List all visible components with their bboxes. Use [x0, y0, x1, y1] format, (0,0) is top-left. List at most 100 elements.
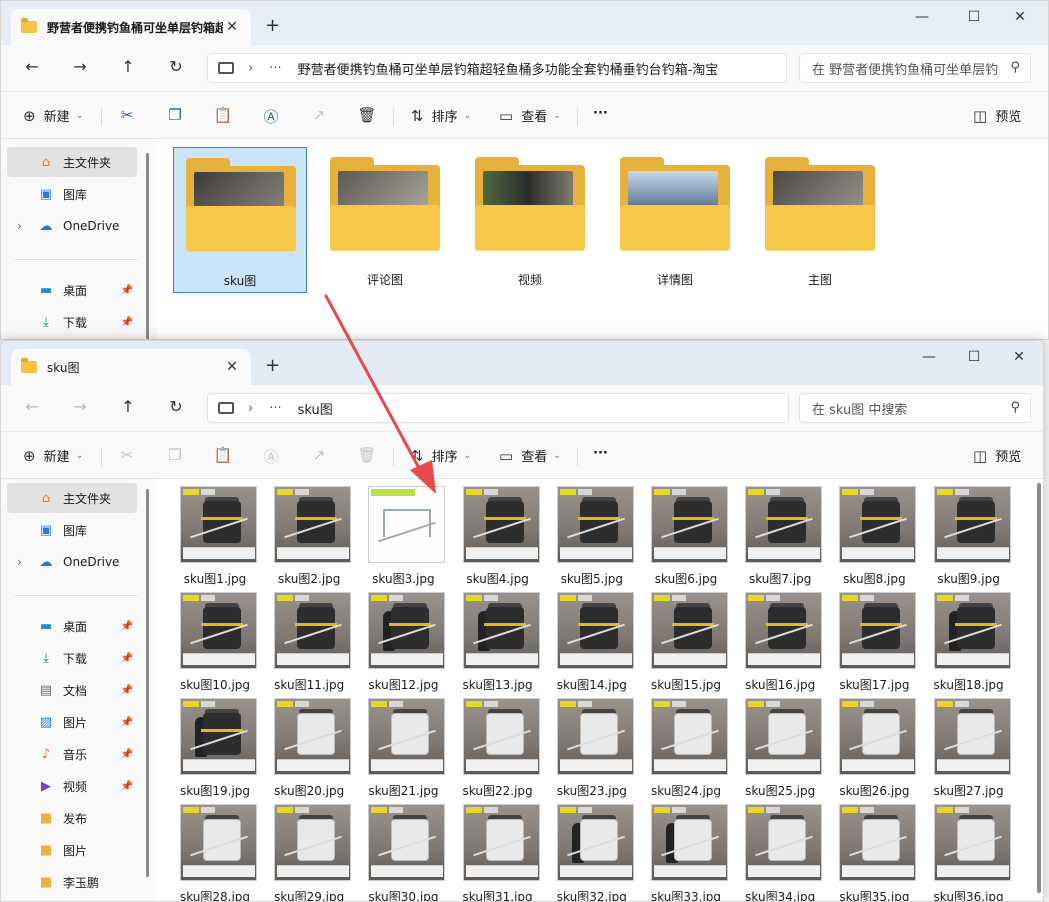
chevron-right-icon[interactable]: ›	[17, 555, 22, 569]
file-thumbnail[interactable]: sku图21.jpg	[359, 698, 447, 804]
tab-close-icon[interactable]: ✕	[223, 359, 241, 375]
back-arrow-icon[interactable]: ←	[21, 397, 43, 416]
pin-icon[interactable]: 📌	[121, 317, 133, 328]
sidebar-item-liyupeng[interactable]: ■ 李玉鹏	[7, 867, 137, 897]
paste-icon[interactable]: 📋	[213, 446, 233, 464]
file-thumbnail[interactable]: sku图7.jpg	[736, 486, 824, 592]
refresh-icon[interactable]: ↻	[165, 397, 187, 416]
file-thumbnail[interactable]: sku图20.jpg	[265, 698, 353, 804]
file-thumbnail[interactable]: sku图2.jpg	[265, 486, 353, 592]
pin-icon[interactable]: 📌	[121, 749, 133, 760]
file-thumbnail[interactable]: sku图16.jpg	[736, 592, 824, 698]
file-thumbnail[interactable]: sku图18.jpg	[925, 592, 1013, 698]
file-thumbnail[interactable]: sku图9.jpg	[925, 486, 1013, 592]
maximize-button[interactable]: ☐	[951, 349, 997, 365]
preview-button[interactable]: ◫ 预览	[973, 106, 1021, 126]
chevron-right-icon[interactable]: ›	[248, 61, 253, 76]
rename-icon[interactable]: Ⓐ	[261, 446, 281, 467]
file-thumbnail[interactable]: sku图3.jpg	[359, 486, 447, 592]
close-window-button[interactable]: ✕	[996, 349, 1042, 365]
file-thumbnail[interactable]: sku图14.jpg	[548, 592, 636, 698]
preview-button[interactable]: ◫ 预览	[973, 446, 1021, 466]
close-window-button[interactable]: ✕	[997, 9, 1043, 25]
more-options-button[interactable]: ···	[593, 106, 608, 121]
folder-details[interactable]: 详情图	[608, 147, 742, 293]
sidebar-item-home[interactable]: ⌂ 主文件夹	[7, 147, 137, 177]
file-thumbnail[interactable]: sku图12.jpg	[359, 592, 447, 698]
sidebar-item-music[interactable]: ♪ 音乐 📌	[7, 739, 137, 769]
up-arrow-icon[interactable]: ↑	[117, 57, 139, 76]
minimize-button[interactable]: —	[899, 9, 945, 25]
breadcrumb-overflow[interactable]: ···	[269, 401, 281, 416]
refresh-icon[interactable]: ↻	[165, 57, 187, 76]
file-thumbnail[interactable]: sku图22.jpg	[454, 698, 542, 804]
folder-main-images[interactable]: 主图	[753, 147, 887, 293]
new-button[interactable]: ⊕ 新建 ⌄	[23, 446, 83, 466]
chevron-right-icon[interactable]: ›	[17, 219, 22, 233]
file-thumbnail[interactable]: sku图29.jpg	[265, 804, 353, 901]
sidebar-item-desktop[interactable]: ▬ 桌面 📌	[7, 275, 137, 305]
more-options-button[interactable]: ···	[593, 446, 608, 461]
pin-icon[interactable]: 📌	[121, 685, 133, 696]
breadcrumb[interactable]: 野营者便携钓鱼桶可坐单层钓箱超轻鱼桶多功能全套钓桶垂钓台钓箱-淘宝	[298, 59, 719, 78]
sidebar-item-downloads[interactable]: ⤓ 下载 📌	[7, 307, 137, 337]
file-thumbnail[interactable]: sku图30.jpg	[359, 804, 447, 901]
file-thumbnail[interactable]: sku图35.jpg	[830, 804, 918, 901]
pin-icon[interactable]: 📌	[121, 717, 133, 728]
pin-icon[interactable]: 📌	[121, 653, 133, 664]
view-button[interactable]: ▭ 查看 ⌄	[499, 106, 561, 126]
file-thumbnail[interactable]: sku图1.jpg	[171, 486, 259, 592]
sidebar-item-publish[interactable]: ■ 发布	[7, 803, 137, 833]
up-arrow-icon[interactable]: ↑	[117, 397, 139, 416]
address-bar[interactable]: › ··· sku图	[207, 393, 789, 423]
breadcrumb-overflow[interactable]: ···	[269, 61, 281, 76]
file-thumbnail[interactable]: sku图17.jpg	[830, 592, 918, 698]
content-scrollbar[interactable]	[1037, 483, 1041, 893]
share-icon[interactable]: ↗	[309, 446, 329, 464]
delete-icon[interactable]: 🗑	[357, 446, 377, 464]
address-bar[interactable]: › ··· 野营者便携钓鱼桶可坐单层钓箱超轻鱼桶多功能全套钓桶垂钓台钓箱-淘宝	[207, 53, 787, 83]
sidebar-item-onedrive[interactable]: › ☁ OneDrive	[7, 211, 137, 241]
search-input[interactable]: 在 野营者便携钓鱼桶可坐单层钓箱超轻鱼桶多功能全套钓桶垂钓台钓箱-淘宝 中搜索 …	[799, 53, 1031, 83]
delete-icon[interactable]: 🗑	[357, 106, 377, 124]
sidebar-scrollbar[interactable]	[146, 153, 149, 339]
sort-button[interactable]: ⇅ 排序 ⌄	[411, 106, 471, 126]
copy-icon[interactable]: ❐	[165, 446, 185, 464]
new-button[interactable]: ⊕ 新建 ⌄	[23, 106, 83, 126]
file-thumbnail[interactable]: sku图26.jpg	[830, 698, 918, 804]
sidebar-item-gallery[interactable]: ▣ 图库	[7, 515, 137, 545]
chevron-right-icon[interactable]: ›	[248, 401, 253, 416]
rename-icon[interactable]: Ⓐ	[261, 106, 281, 127]
sidebar-item-pictures-folder[interactable]: ■ 图片	[7, 835, 137, 865]
back-arrow-icon[interactable]: ←	[21, 57, 43, 76]
sidebar-item-onedrive[interactable]: › ☁ OneDrive	[7, 547, 137, 577]
new-tab-icon[interactable]: +	[265, 355, 280, 376]
search-input[interactable]: 在 sku图 中搜索 ⚲	[799, 393, 1031, 423]
forward-arrow-icon[interactable]: →	[69, 397, 91, 416]
file-thumbnail[interactable]: sku图32.jpg	[548, 804, 636, 901]
sidebar-item-gallery[interactable]: ▣ 图库	[7, 179, 137, 209]
sidebar-item-pictures[interactable]: ▨ 图片 📌	[7, 707, 137, 737]
new-tab-icon[interactable]: +	[265, 15, 280, 36]
sort-button[interactable]: ⇅ 排序 ⌄	[411, 446, 471, 466]
breadcrumb[interactable]: sku图	[298, 399, 333, 418]
sidebar-item-home[interactable]: ⌂ 主文件夹	[7, 483, 137, 513]
pin-icon[interactable]: 📌	[121, 621, 133, 632]
tab-parent-folder[interactable]: 野营者便携钓鱼桶可坐单层钓箱超轻鱼桶多功能全套钓桶垂钓台钓箱-淘宝 ✕	[11, 9, 251, 45]
file-thumbnail[interactable]: sku图31.jpg	[454, 804, 542, 901]
file-thumbnail[interactable]: sku图8.jpg	[830, 486, 918, 592]
file-thumbnail[interactable]: sku图13.jpg	[454, 592, 542, 698]
sidebar-item-desktop[interactable]: ▬ 桌面 📌	[7, 611, 137, 641]
file-thumbnail[interactable]: sku图27.jpg	[925, 698, 1013, 804]
sidebar-item-downloads[interactable]: ⤓ 下载 📌	[7, 643, 137, 673]
file-thumbnail[interactable]: sku图5.jpg	[548, 486, 636, 592]
folder-reviews[interactable]: 评论图	[318, 147, 452, 293]
file-thumbnail[interactable]: sku图34.jpg	[736, 804, 824, 901]
file-thumbnail[interactable]: sku图4.jpg	[454, 486, 542, 592]
file-thumbnail[interactable]: sku图6.jpg	[642, 486, 730, 592]
file-thumbnail[interactable]: sku图15.jpg	[642, 592, 730, 698]
share-icon[interactable]: ↗	[309, 106, 329, 124]
sidebar-item-documents[interactable]: ▤ 文档 📌	[7, 675, 137, 705]
file-thumbnail[interactable]: sku图28.jpg	[171, 804, 259, 901]
sidebar-scrollbar[interactable]	[146, 489, 149, 877]
